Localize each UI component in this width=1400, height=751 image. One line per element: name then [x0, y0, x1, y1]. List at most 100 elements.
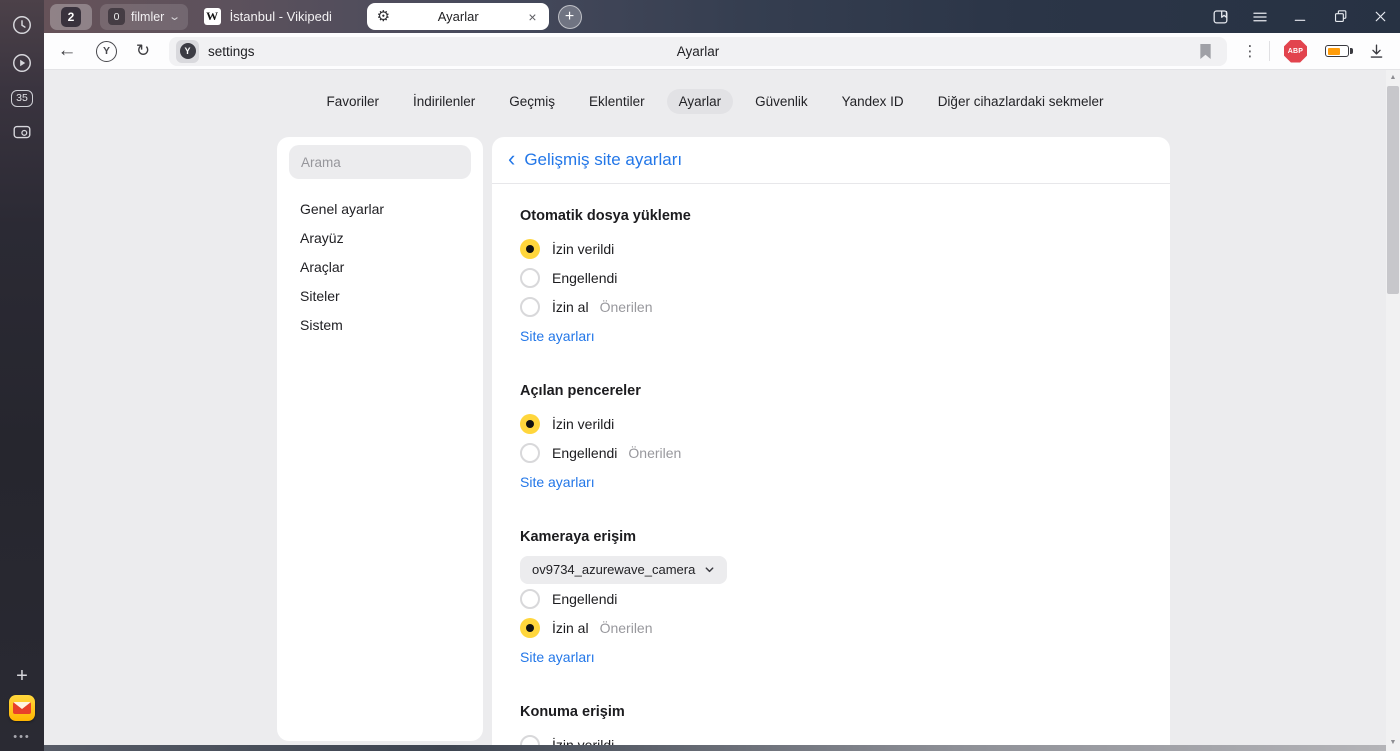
nav-tab-ayarlar[interactable]: Ayarlar [666, 89, 734, 114]
section-title: Açılan pencereler [520, 383, 641, 399]
radio-option-i-zin-al[interactable]: İzin al Önerilen [520, 613, 1142, 642]
site-settings-link[interactable]: Site ayarları [520, 328, 595, 344]
adblock-plus-icon[interactable]: ABP [1284, 39, 1307, 63]
section-otomatik-dosya-y-kleme: Otomatik dosya yükleme İzin verildi Engell… [520, 208, 1142, 350]
menu-item-ara-lar[interactable]: Araçlar [289, 252, 471, 281]
wikipedia-favicon: W [203, 8, 221, 25]
tab-group-count-badge: 2 [61, 6, 81, 27]
side-panel-icon[interactable] [1200, 0, 1240, 33]
scroll-down-icon[interactable]: ▼ [1386, 737, 1400, 749]
scroll-up-icon[interactable]: ▲ [1386, 72, 1400, 84]
browser-window: 35 + ••• 2 0 filmler ⌄ W İstanbul - Viki… [0, 0, 1400, 751]
menu-item-aray-z[interactable]: Arayüz [289, 223, 471, 252]
radio-label: Engellendi [552, 444, 618, 461]
search-input[interactable] [289, 145, 471, 179]
menu-item-siteler[interactable]: Siteler [289, 281, 471, 310]
link-row: Site ayarları [520, 642, 1142, 671]
radio-label: İzin al [552, 298, 589, 315]
history-icon[interactable] [9, 12, 35, 38]
browser-toolbar: ← Y ↻ Y settings Ayarlar ⋮ ABP [44, 33, 1400, 70]
browser-menu-icon[interactable] [1240, 0, 1280, 33]
nav-tab-favoriler[interactable]: Favoriler [314, 89, 391, 114]
url-text[interactable]: settings [208, 44, 255, 59]
tab-group-counter[interactable]: 2 [50, 3, 92, 30]
tab-title: İstanbul - Vikipedi [229, 9, 332, 24]
menu-item-genel-ayarlar[interactable]: Genel ayarlar [289, 194, 471, 223]
group-pinned-count: 0 [108, 8, 125, 25]
chevron-down-icon [704, 564, 715, 575]
refresh-icon[interactable]: ↻ [129, 41, 157, 61]
restore-button[interactable] [1320, 0, 1360, 33]
nav-tab-g-venlik[interactable]: Güvenlik [743, 89, 820, 114]
radio-label: Engellendi [552, 590, 618, 607]
tab-group-filmler[interactable]: 0 filmler ⌄ [100, 3, 188, 30]
minimize-button[interactable] [1280, 0, 1320, 33]
radio-option-i-zin-al[interactable]: İzin al Önerilen [520, 292, 1142, 321]
radio-unselected-icon[interactable] [520, 267, 540, 288]
section-kameraya-eri-im: Kameraya erişim ov9734_azurewave_camera En… [520, 529, 1142, 671]
advanced-site-settings-header[interactable]: ‹ Gelişmiş site ayarları [492, 137, 1170, 184]
dropdown-row: ov9734_azurewave_camera [520, 555, 1142, 584]
window-controls [1200, 0, 1400, 33]
bookmark-icon[interactable] [1198, 43, 1213, 60]
radio-label: Engellendi [552, 269, 618, 286]
radio-label: İzin verildi [552, 415, 615, 432]
sidebar-add-icon[interactable]: + [9, 663, 35, 689]
radio-unselected-icon[interactable] [520, 442, 540, 463]
yandex-button[interactable]: Y [96, 40, 117, 62]
yandex-mail-icon[interactable] [9, 695, 35, 721]
radio-option-i-zin-verildi[interactable]: İzin verildi [520, 234, 1142, 263]
settings-layout: Genel ayarlarArayüzAraçlarSitelerSistem … [44, 137, 1386, 751]
recommended-badge: Önerilen [628, 444, 682, 461]
tab-ayarlar-active[interactable]: ⚙ Ayarlar × [366, 3, 549, 30]
nav-tab-ge-mi[interactable]: Geçmiş [497, 89, 567, 114]
close-tab-icon[interactable]: × [526, 9, 538, 25]
tab-istanbul-vikipedi[interactable]: W İstanbul - Vikipedi [196, 4, 361, 30]
toolbar-divider [1269, 41, 1270, 61]
recommended-badge: Önerilen [599, 298, 653, 315]
nav-tab-yandex-id[interactable]: Yandex ID [830, 89, 916, 114]
radio-option-engellendi[interactable]: Engellendi Önerilen [520, 438, 1142, 467]
section-title: Kameraya erişim [520, 529, 637, 545]
section-title: Otomatik dosya yükleme [520, 208, 691, 224]
site-settings-link[interactable]: Site ayarları [520, 649, 595, 665]
recommended-badge: Önerilen [599, 619, 653, 636]
radio-selected-icon[interactable] [520, 413, 540, 434]
nav-tab-di-er-cihazlardaki-sekmeler[interactable]: Diğer cihazlardaki sekmeler [926, 89, 1116, 114]
gear-icon: ⚙ [376, 8, 391, 25]
radio-selected-icon[interactable] [520, 238, 540, 259]
radio-selected-icon[interactable] [520, 617, 540, 638]
screen-capture-icon[interactable] [9, 119, 35, 145]
player-icon[interactable] [9, 50, 35, 76]
nav-tab-i-ndirilenler[interactable]: İndirilenler [401, 89, 487, 114]
settings-menu: Genel ayarlar Arayüz Araçlar Siteler Sistem [289, 194, 471, 339]
tab-count-badge[interactable]: 35 [11, 90, 33, 107]
chevron-down-icon: ⌄ [168, 11, 182, 23]
radio-label: İzin al [552, 619, 589, 636]
radio-unselected-icon[interactable] [520, 296, 540, 317]
address-bar[interactable]: Y settings Ayarlar [169, 36, 1227, 66]
scrollbar-thumb[interactable] [1387, 86, 1399, 294]
radio-option-i-zin-verildi[interactable]: İzin verildi [520, 409, 1142, 438]
back-icon[interactable]: ← [52, 40, 82, 62]
close-window-button[interactable] [1360, 0, 1400, 33]
left-sidebar: 35 + ••• [0, 0, 44, 751]
link-row: Site ayarları [520, 467, 1142, 496]
nav-tab-eklentiler[interactable]: Eklentiler [577, 89, 657, 114]
settings-nav: Favoriler İndirilenler Geçmiş Eklentiler Aya… [44, 89, 1386, 114]
new-tab-button[interactable]: + [557, 4, 582, 29]
menu-item-sistem[interactable]: Sistem [289, 310, 471, 339]
radio-unselected-icon[interactable] [520, 588, 540, 609]
settings-page: Favoriler İndirilenler Geçmiş Eklentiler Aya… [44, 70, 1386, 751]
site-settings-link[interactable]: Site ayarları [520, 474, 595, 490]
downloads-icon[interactable] [1367, 42, 1386, 61]
settings-sections: Otomatik dosya yükleme İzin verildi Engell… [492, 208, 1170, 751]
radio-option-engellendi[interactable]: Engellendi [520, 584, 1142, 613]
battery-icon[interactable] [1325, 45, 1353, 57]
page-scrollbar[interactable]: ▲ ▼ [1386, 70, 1400, 751]
envelope-shape [13, 702, 31, 714]
more-options-icon[interactable]: ⋮ [1237, 42, 1263, 60]
sidebar-more-icon[interactable]: ••• [13, 731, 31, 743]
radio-option-engellendi[interactable]: Engellendi [520, 263, 1142, 292]
camera-select-dropdown[interactable]: ov9734_azurewave_camera [520, 555, 728, 584]
